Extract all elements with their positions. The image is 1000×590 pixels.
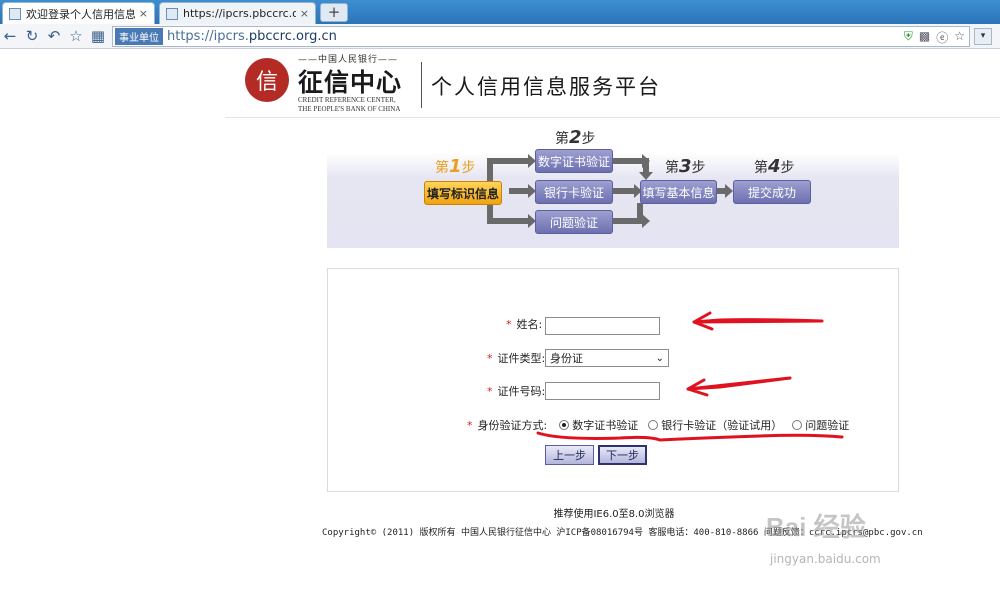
step-fill-identity: 填写标识信息: [424, 181, 502, 205]
step-3-title: 第3步: [665, 156, 706, 177]
name-label: 姓名:: [516, 318, 543, 331]
new-tab-button[interactable]: +: [320, 3, 348, 22]
id-type-row: * 证件类型:: [487, 350, 545, 366]
apps-grid-icon[interactable]: ▦: [88, 27, 108, 46]
credit-center-seal-icon: 信: [245, 58, 289, 102]
arrow-to-question: [487, 214, 536, 228]
address-url[interactable]: https://ipcrs.pbccrc.org.cn: [167, 29, 337, 44]
name-row: * 姓名:: [506, 316, 542, 332]
logo-english-2: THE PEOPLE'S BANK OF CHINA: [298, 105, 401, 113]
id-type-value: 身份证: [550, 352, 583, 365]
verify-method-row: * 身份验证方式: 数字证书验证 银行卡验证（验证试用） 问题验证: [467, 417, 859, 433]
address-bar[interactable]: 事业单位 https://ipcrs.pbccrc.org.cn ⛨ ▩ ⓔ ☆: [112, 26, 970, 47]
required-mark: *: [506, 317, 512, 331]
browser-tab-bar: 欢迎登录个人信用信息服务 × https://ipcrs.pbccrc.org.…: [0, 0, 1000, 24]
radio-bank-card[interactable]: 银行卡验证（验证试用）: [648, 417, 782, 433]
required-mark: *: [487, 351, 493, 365]
undo-icon[interactable]: ↶: [44, 27, 64, 46]
site-header: 信 ——中国人民银行—— 征信中心 CREDIT REFERENCE CENTE…: [225, 50, 1000, 118]
site-badge: 事业单位: [115, 28, 163, 45]
arrow-to-cert: [487, 154, 536, 168]
step-2-title: 第2步: [555, 127, 596, 148]
next-step-button[interactable]: 下一步: [598, 445, 647, 465]
id-number-row: * 证件号码:: [487, 383, 545, 399]
id-type-select[interactable]: 身份证 ⌄: [545, 349, 669, 367]
arrow-to-submit: [717, 184, 733, 198]
radio-empty-icon: [792, 420, 803, 430]
page-icon: [166, 7, 178, 20]
menu-dropdown-icon[interactable]: ▾: [974, 28, 992, 45]
arrow-to-bank: [509, 184, 536, 198]
connector-up: [637, 203, 643, 224]
verify-method-label: 身份验证方式:: [477, 419, 548, 432]
step-1-title: 第1步: [435, 156, 476, 177]
platform-title: 个人信用信息服务平台: [431, 75, 661, 99]
reload-icon[interactable]: ↻: [22, 27, 42, 46]
prev-step-button[interactable]: 上一步: [545, 445, 594, 465]
logo-title: 征信中心: [298, 68, 403, 97]
browser-toolbar: ← ↻ ↶ ☆ ▦ 事业单位 https://ipcrs.pbccrc.org.…: [0, 24, 1000, 49]
baidu-jingyan-watermark: Bai 经验: [766, 512, 866, 542]
radio-empty-icon: [648, 420, 659, 430]
required-mark: *: [487, 384, 493, 398]
chevron-down-icon: ⌄: [655, 352, 664, 364]
id-type-label: 证件类型:: [497, 352, 546, 365]
id-number-label: 证件号码:: [497, 385, 546, 398]
header-divider: [421, 62, 422, 108]
registration-steps: 第2步 第1步 第3步 第4步 填写标识信息 数字证书验证 银行卡验证 问题验证…: [327, 121, 899, 248]
required-mark: *: [467, 418, 473, 432]
step-fill-basic: 填写基本信息: [640, 180, 717, 204]
step-bank-card: 银行卡验证: [535, 180, 613, 204]
tab-ipcrs[interactable]: https://ipcrs.pbccrc.org.c ×: [159, 2, 316, 24]
tab-label: https://ipcrs.pbccrc.org.c: [183, 7, 296, 20]
id-number-input[interactable]: [545, 382, 660, 400]
radio-question[interactable]: 问题验证: [792, 417, 849, 433]
step-4-title: 第4步: [754, 156, 795, 177]
step-submit-success: 提交成功: [733, 180, 811, 204]
connector-down: [643, 158, 649, 172]
shield-icon[interactable]: ⛨: [904, 29, 913, 46]
tab-login[interactable]: 欢迎登录个人信用信息服务 ×: [2, 2, 155, 24]
step-digital-cert: 数字证书验证: [535, 149, 613, 173]
watermark-url: jingyan.baidu.com: [770, 552, 881, 566]
radio-digital-cert[interactable]: 数字证书验证: [559, 417, 638, 433]
name-input[interactable]: [545, 317, 660, 335]
bookmark-star-icon[interactable]: ☆: [954, 29, 965, 46]
logo-english-1: CREDIT REFERENCE CENTER,: [298, 96, 396, 104]
qr-icon[interactable]: ▩: [919, 29, 930, 46]
arrow-down-icon: [639, 172, 653, 180]
step-question: 问题验证: [535, 210, 613, 234]
tab-close-icon[interactable]: ×: [300, 7, 309, 20]
arrow-cert-right: [613, 154, 650, 168]
ie-icon[interactable]: ⓔ: [936, 29, 948, 46]
tab-label: 欢迎登录个人信用信息服务: [26, 7, 135, 21]
page-icon: [9, 7, 21, 20]
star-icon[interactable]: ☆: [66, 27, 86, 46]
tab-close-icon[interactable]: ×: [139, 7, 148, 20]
radio-selected-icon: [559, 420, 570, 430]
back-icon[interactable]: ←: [0, 27, 20, 46]
arrow-bank-right: [613, 184, 642, 198]
